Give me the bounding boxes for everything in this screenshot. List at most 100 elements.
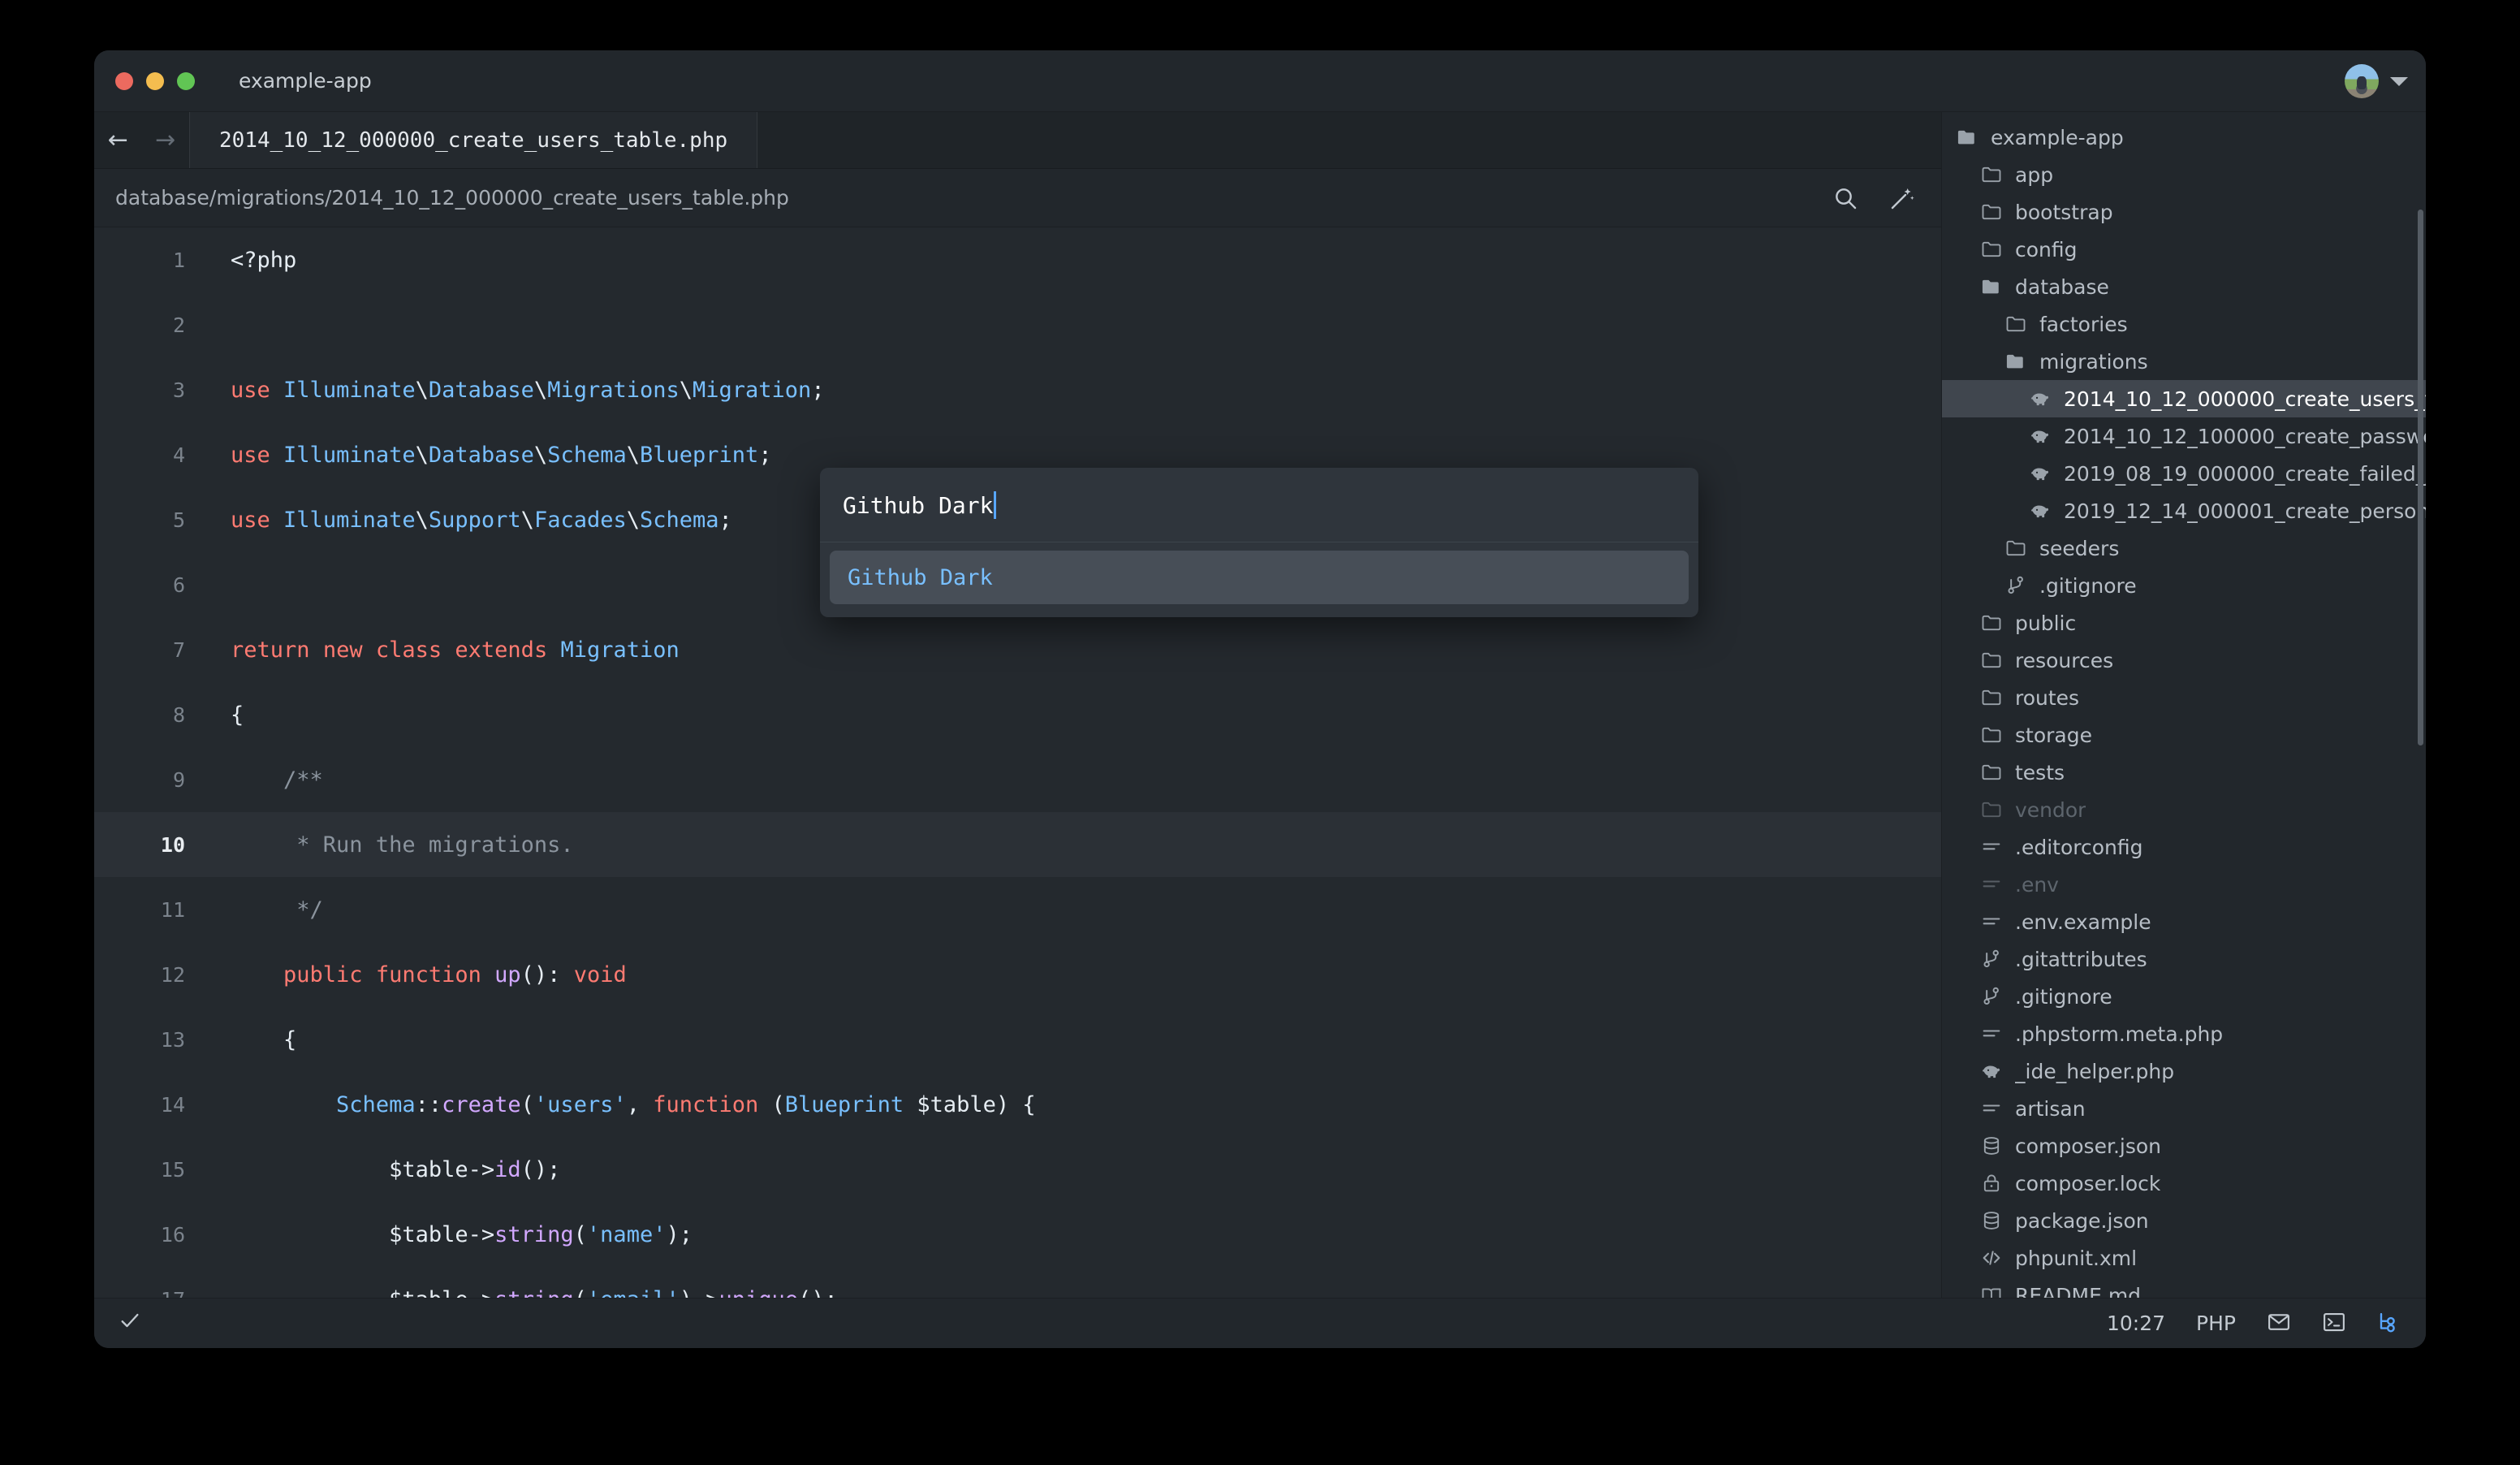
code-line[interactable]: 15 $table->id(); [94, 1137, 1941, 1202]
back-arrow-icon[interactable]: ← [108, 128, 128, 153]
avatar[interactable] [2345, 64, 2379, 98]
clock: 10:27 [2107, 1312, 2165, 1335]
file-tree-item[interactable]: storage [1942, 716, 2426, 754]
file-tree-item[interactable]: .gitattributes [1942, 940, 2426, 978]
file-tree-item[interactable]: vendor [1942, 791, 2426, 828]
folder-icon [1978, 798, 2005, 821]
file-tree-sidebar[interactable]: example-app app bootstrap config database fac… [1941, 112, 2426, 1298]
command-palette-input-row[interactable]: Github Dark [820, 468, 1698, 542]
account-menu[interactable] [2345, 50, 2408, 112]
language-indicator[interactable]: PHP [2196, 1312, 2236, 1335]
checkmark-icon[interactable] [119, 1309, 141, 1338]
file-tree-item[interactable]: 2019_12_14_000001_create_personal_access… [1942, 492, 2426, 529]
folder-icon [1978, 611, 2005, 634]
code-line[interactable]: 2 [94, 292, 1941, 357]
line-number: 12 [94, 963, 208, 987]
status-left [119, 1309, 141, 1338]
file-tree-item-label: .env.example [2015, 910, 2151, 934]
code-line-text: $table->string('email')->unique(); [208, 1287, 838, 1299]
code-line[interactable]: 9 /** [94, 747, 1941, 812]
code-line[interactable]: 12 public function up(): void [94, 942, 1941, 1007]
file-tree-item[interactable]: .env.example [1942, 903, 2426, 940]
file-tree-item[interactable]: 2019_08_19_000000_create_failed_jobs_tab… [1942, 455, 2426, 492]
folder-icon [1978, 201, 2005, 223]
code-line-text: /** [208, 767, 323, 793]
mail-icon[interactable] [2267, 1310, 2291, 1338]
editor-window: example-app ← → 2014_10_12_000000_create… [94, 50, 2426, 1348]
terminal-icon[interactable] [2322, 1310, 2346, 1338]
lines-file-icon [1978, 1022, 2005, 1045]
line-number: 14 [94, 1093, 208, 1117]
minimize-button[interactable] [146, 72, 164, 90]
code-line[interactable]: 17 $table->string('email')->unique(); [94, 1267, 1941, 1298]
git-branch-icon [1978, 985, 2005, 1008]
lines-file-icon [1978, 836, 2005, 858]
code-line[interactable]: 11 */ [94, 877, 1941, 942]
code-line[interactable]: 13 { [94, 1007, 1941, 1072]
file-tree-item-label: phpunit.xml [2015, 1247, 2137, 1270]
code-editor[interactable]: 1<?php23use Illuminate\Database\Migratio… [94, 227, 1941, 1298]
file-tree-item[interactable]: database [1942, 268, 2426, 305]
code-line-text: $table->id(); [208, 1157, 560, 1182]
code-line[interactable]: 14 Schema::create('users', function (Blu… [94, 1072, 1941, 1137]
file-tree-item-label: .gitignore [2039, 574, 2137, 598]
file-tree-item[interactable]: phpunit.xml [1942, 1239, 2426, 1277]
file-tree-item[interactable]: bootstrap [1942, 193, 2426, 231]
file-tree-item[interactable]: app [1942, 156, 2426, 193]
file-tree-item-label: bootstrap [2015, 201, 2113, 224]
file-tree-item[interactable]: seeders [1942, 529, 2426, 567]
command-palette-result-item[interactable]: Github Dark [830, 551, 1689, 604]
file-tree-item[interactable]: composer.json [1942, 1127, 2426, 1165]
code-line[interactable]: 1<?php [94, 227, 1941, 292]
file-tree-item[interactable]: factories [1942, 305, 2426, 343]
code-line[interactable]: 8{ [94, 682, 1941, 747]
file-tree-item-label: .gitignore [2015, 985, 2112, 1009]
file-tree-item[interactable]: .gitignore [1942, 978, 2426, 1015]
file-tree-item-label: seeders [2039, 537, 2119, 560]
file-tree-item-label: factories [2039, 313, 2128, 336]
maximize-button[interactable] [177, 72, 195, 90]
command-palette[interactable]: Github Dark Github Dark [820, 468, 1698, 617]
code-line[interactable]: 10 * Run the migrations. [94, 812, 1941, 877]
file-tree-item[interactable]: .editorconfig [1942, 828, 2426, 866]
file-tree-item[interactable]: composer.lock [1942, 1165, 2426, 1202]
file-tree-item[interactable]: _ide_helper.php [1942, 1052, 2426, 1090]
forward-arrow-icon[interactable]: → [155, 128, 175, 153]
file-tree-item[interactable]: .phpstorm.meta.php [1942, 1015, 2426, 1052]
main-panel: ← → 2014_10_12_000000_create_users_table… [94, 112, 1941, 1298]
file-tree-item[interactable]: README.md [1942, 1277, 2426, 1298]
file-tree-item[interactable]: resources [1942, 642, 2426, 679]
sitemap-icon[interactable] [2377, 1310, 2401, 1338]
code-line[interactable]: 7return new class extends Migration [94, 617, 1941, 682]
magic-wand-icon[interactable] [1888, 184, 1917, 213]
file-tree-item-label: example-app [1991, 126, 2124, 149]
code-line[interactable]: 16 $table->string('name'); [94, 1202, 1941, 1267]
book-icon [1978, 1284, 2005, 1298]
file-tree-item[interactable]: .env [1942, 866, 2426, 903]
file-tree-item-label: database [2015, 275, 2109, 299]
file-tree-item[interactable]: .gitignore [1942, 567, 2426, 604]
breadcrumb[interactable]: database/migrations/2014_10_12_000000_cr… [115, 186, 789, 210]
file-tree-item[interactable]: routes [1942, 679, 2426, 716]
line-number: 7 [94, 638, 208, 662]
file-tree-item[interactable]: artisan [1942, 1090, 2426, 1127]
file-tree-item-label: 2014_10_12_100000_create_password_resets… [2064, 425, 2426, 448]
file-tree-item[interactable]: tests [1942, 754, 2426, 791]
breadcrumb-bar: database/migrations/2014_10_12_000000_cr… [94, 169, 1941, 227]
file-tree-item[interactable]: config [1942, 231, 2426, 268]
sidebar-scrollbar[interactable] [2418, 210, 2423, 745]
search-icon[interactable] [1831, 184, 1860, 213]
file-tree-item[interactable]: migrations [1942, 343, 2426, 380]
chevron-down-icon[interactable] [2390, 77, 2408, 86]
file-tree-item[interactable]: 2014_10_12_000000_create_users_table.php [1942, 380, 2426, 417]
file-tree-item[interactable]: 2014_10_12_100000_create_password_resets… [1942, 417, 2426, 455]
code-line-text: */ [208, 897, 323, 923]
file-tree-item[interactable]: public [1942, 604, 2426, 642]
tab-active-file[interactable]: 2014_10_12_000000_create_users_table.php [190, 112, 757, 168]
command-palette-input[interactable]: Github Dark [843, 491, 996, 519]
file-tree-item[interactable]: package.json [1942, 1202, 2426, 1239]
line-number: 1 [94, 248, 208, 272]
code-line[interactable]: 3use Illuminate\Database\Migrations\Migr… [94, 357, 1941, 422]
file-tree-item[interactable]: example-app [1942, 119, 2426, 156]
close-button[interactable] [115, 72, 133, 90]
